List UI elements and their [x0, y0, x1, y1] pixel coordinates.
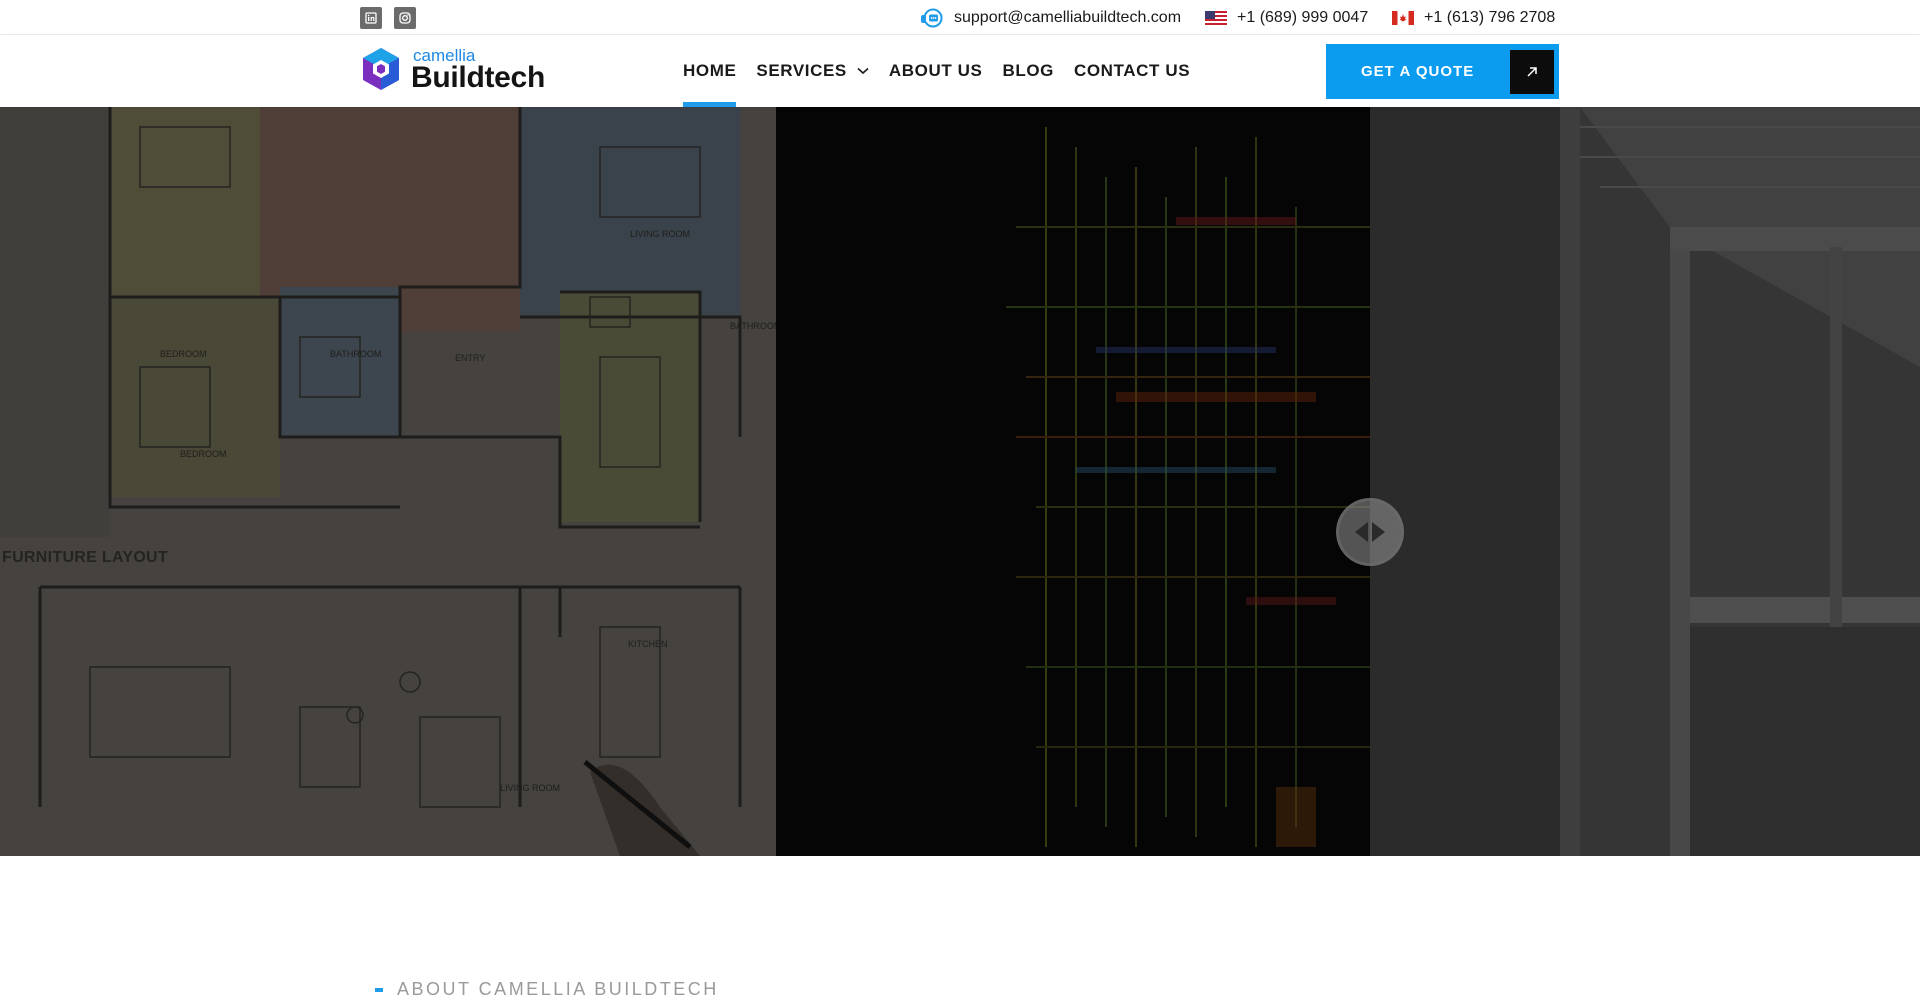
phone-us-contact[interactable]: +1 (689) 999 0047	[1205, 0, 1368, 35]
phone-us-text[interactable]: +1 (689) 999 0047	[1237, 9, 1368, 27]
svg-text:BATHROOM: BATHROOM	[730, 321, 776, 331]
support-headset-icon	[921, 8, 943, 27]
arrow-right-icon	[1372, 522, 1385, 542]
nav-about-label: ABOUT US	[888, 61, 983, 80]
compare-slider-handle[interactable]	[1336, 498, 1404, 566]
svg-text:LIVING ROOM: LIVING ROOM	[500, 783, 560, 793]
finished-interior-image	[1370, 107, 1920, 856]
svg-text:BEDROOM: BEDROOM	[160, 349, 207, 359]
svg-text:LIVING ROOM: LIVING ROOM	[630, 229, 690, 239]
email-contact[interactable]: support@camelliabuildtech.com	[920, 0, 1181, 35]
nav-home-label: HOME	[683, 61, 737, 80]
nav-services-label: SERVICES	[756, 61, 847, 80]
email-text[interactable]: support@camelliabuildtech.com	[954, 9, 1181, 27]
canada-flag-icon	[1392, 10, 1414, 25]
point-cloud-scan-image	[776, 107, 1370, 856]
svg-text:KITCHEN: KITCHEN	[628, 639, 668, 649]
hero-comparison-slider[interactable]: LIVING ROOM BEDROOM BATHROOM ENTRY BATHR…	[0, 107, 1920, 856]
instagram-icon[interactable]	[394, 7, 416, 29]
nav-contact-label: CONTACT US	[1073, 61, 1191, 80]
point-cloud-drawing	[776, 107, 1370, 856]
furniture-layout-label: FURNITURE LAYOUT	[2, 549, 168, 566]
main-header: camellia Buildtech HOME SERVICES ABOUT U…	[0, 35, 1920, 107]
nav-blog[interactable]: BLOG	[1002, 35, 1054, 107]
about-kicker-text: ABOUT CAMELLIA BUILDTECH	[397, 979, 719, 999]
us-flag-icon	[1205, 10, 1227, 25]
svg-text:ENTRY: ENTRY	[455, 353, 485, 363]
nav-blog-label: BLOG	[1002, 61, 1054, 80]
main-nav: HOME SERVICES ABOUT US BLOG CONTACT US	[683, 35, 1210, 107]
interior-drawing	[1370, 107, 1920, 856]
about-section-kicker: ABOUT CAMELLIA BUILDTECH	[375, 979, 719, 1000]
nav-contact-us[interactable]: CONTACT US	[1074, 35, 1190, 107]
logo-text-big: Buildtech	[411, 61, 545, 94]
get-a-quote-button[interactable]: GET A QUOTE	[1326, 44, 1559, 99]
svg-text:BEDROOM: BEDROOM	[180, 449, 227, 459]
svg-text:BATHROOM: BATHROOM	[330, 349, 381, 359]
nav-home[interactable]: HOME	[683, 35, 737, 107]
site-logo[interactable]: camellia Buildtech	[359, 46, 545, 94]
chevron-down-icon	[857, 67, 869, 75]
quote-button-label: GET A QUOTE	[1361, 63, 1475, 80]
phone-ca-text[interactable]: +1 (613) 796 2708	[1424, 9, 1555, 27]
top-bar: support@camelliabuildtech.com +1 (689) 9…	[0, 0, 1920, 35]
floor-plan-image: LIVING ROOM BEDROOM BATHROOM ENTRY BATHR…	[0, 107, 776, 856]
logo-wordmark: camellia Buildtech	[411, 47, 545, 94]
arrow-up-right-icon	[1510, 49, 1554, 94]
floor-plan-drawing: LIVING ROOM BEDROOM BATHROOM ENTRY BATHR…	[0, 107, 776, 856]
nav-services[interactable]: SERVICES	[756, 35, 869, 107]
logo-hexagon-icon	[363, 48, 399, 90]
nav-about-us[interactable]: ABOUT US	[889, 35, 983, 107]
arrow-left-icon	[1355, 522, 1368, 542]
kicker-accent-bar	[375, 987, 383, 992]
linkedin-icon[interactable]	[360, 7, 382, 29]
phone-ca-contact[interactable]: +1 (613) 796 2708	[1392, 0, 1555, 35]
